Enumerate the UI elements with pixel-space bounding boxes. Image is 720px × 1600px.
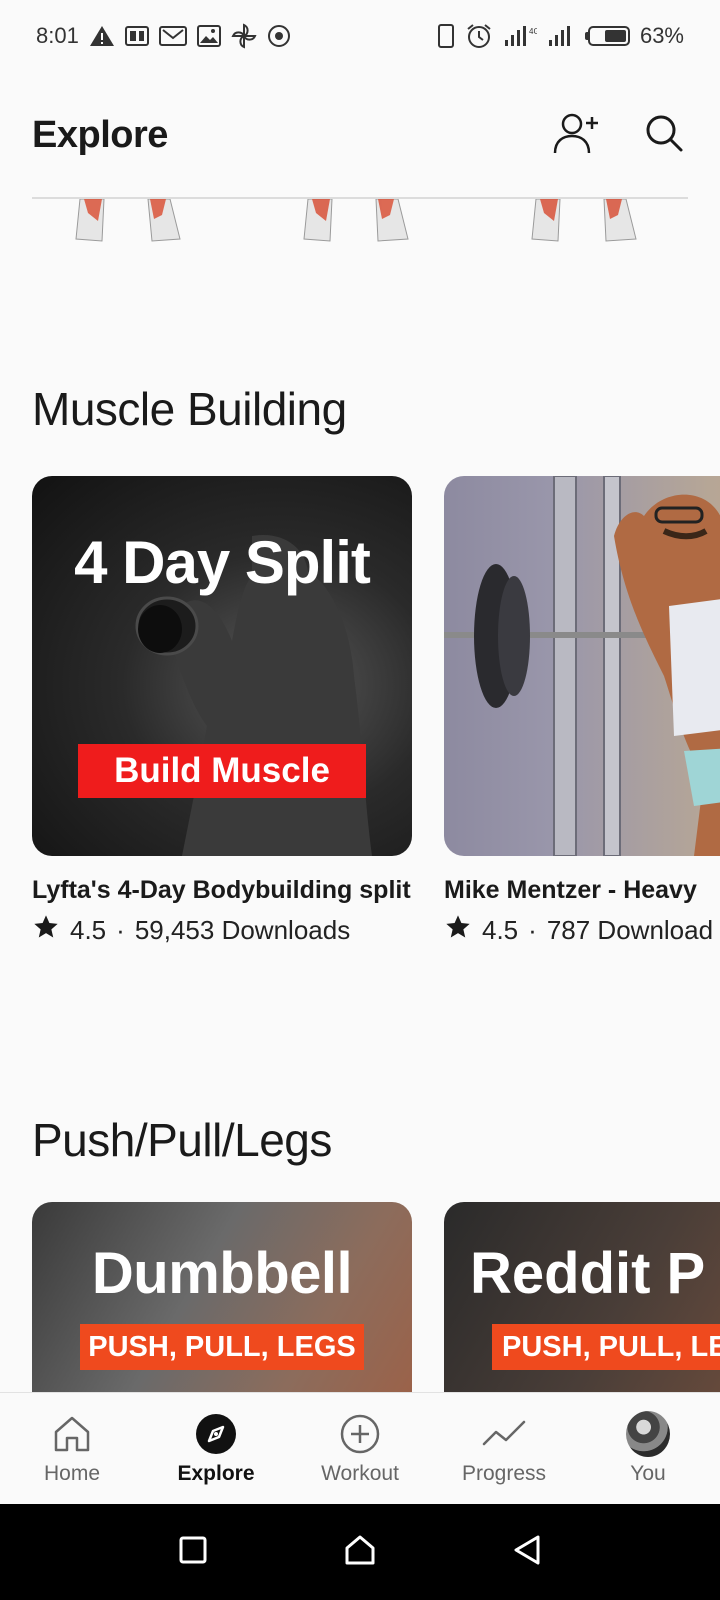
program-thumbnail[interactable] [444,476,720,856]
program-card[interactable]: Reddit P PUSH, PULL, LE [444,1202,720,1392]
nav-item-workout[interactable]: Workout [288,1393,432,1504]
program-name[interactable]: Lyfta's 4-Day Bodybuilding split [32,874,412,907]
warning-icon [89,24,115,48]
program-card[interactable]: 4 Day Split Build Muscle Lyfta's 4-Day B… [32,476,412,948]
home-icon [50,1412,94,1456]
app-notification-icon [124,24,149,48]
header-actions [552,111,688,160]
nav-label-you: You [630,1461,666,1485]
nav-label-progress: Progress [461,1461,547,1485]
nav-label-home: Home [43,1461,101,1485]
program-meta: 4.5 · 787 Download [444,913,720,948]
gym-photo [444,476,720,856]
program-meta: 4.5 · 59,453 Downloads [32,913,412,948]
nav-item-progress[interactable]: Progress [432,1393,576,1504]
signal-icon: 4G [503,24,537,48]
bottom-nav: Home Explore Workout Progress You [0,1392,720,1504]
back-icon[interactable] [512,1534,542,1571]
recents-icon[interactable] [178,1535,208,1570]
plus-circle-icon [338,1412,382,1456]
star-icon [32,913,60,948]
status-left: 8:01 [36,23,291,49]
nav-label-explore: Explore [177,1461,255,1485]
avatar [626,1410,670,1457]
nav-item-you[interactable]: You [576,1393,720,1504]
signal-icon-2 [547,24,575,48]
record-icon [267,24,291,48]
muscle-building-carousel[interactable]: 4 Day Split Build Muscle Lyfta's 4-Day B… [0,476,720,996]
svg-text:4G: 4G [529,27,537,36]
program-name[interactable]: Mike Mentzer - Heavy [444,874,720,907]
system-nav-bar [0,1504,720,1600]
status-bar: 8:01 4G 63% [0,0,720,72]
program-downloads: 787 Download [546,915,714,945]
program-rating: 4.5 [70,915,107,945]
compass-icon [194,1412,238,1456]
search-icon[interactable] [644,113,684,158]
alarm-icon [465,22,493,50]
star-icon [444,913,472,948]
image-icon [196,24,221,48]
thumbnail-banner: PUSH, PULL, LE [492,1324,720,1370]
section-title-muscle-building: Muscle Building [32,383,347,435]
push-pull-legs-carousel[interactable]: Dumbbell PUSH, PULL, LEGS Reddit P PUSH,… [0,1202,720,1392]
program-thumbnail[interactable]: Dumbbell PUSH, PULL, LEGS [32,1202,412,1392]
nav-label-workout: Workout [321,1461,399,1485]
mail-icon [158,24,187,48]
status-right: 4G 63% [437,22,684,50]
home-button-icon[interactable] [344,1534,376,1571]
vibrate-icon [437,23,455,49]
nav-item-explore[interactable]: Explore [144,1393,288,1504]
app-header: Explore [0,72,720,198]
thumbnail-headline: 4 Day Split [74,529,371,596]
program-rating: 4.5 [482,915,519,945]
page-title: Explore [32,113,168,156]
leg-illustrations [75,199,637,242]
program-thumbnail[interactable]: Reddit P PUSH, PULL, LE [444,1202,720,1392]
battery-percent: 63% [639,23,684,48]
exercise-illustration-strip [32,199,688,244]
thumbnail-headline: Reddit P [470,1241,706,1306]
program-downloads: 59,453 Downloads [134,915,351,945]
meta-separator: · [528,915,537,945]
thumbnail-banner: Build Muscle [78,744,366,798]
thumbnail-banner: PUSH, PULL, LEGS [80,1324,364,1370]
meta-separator: · [116,915,125,945]
program-card[interactable]: Dumbbell PUSH, PULL, LEGS [32,1202,412,1392]
program-card[interactable]: Mike Mentzer - Heavy 4.5 · 787 Download [444,476,720,948]
program-thumbnail[interactable]: 4 Day Split Build Muscle [32,476,412,856]
battery-icon [584,26,630,46]
person-add-icon[interactable] [552,111,600,160]
trend-icon [482,1412,526,1456]
thumbnail-headline: Dumbbell [91,1241,353,1306]
nav-item-home[interactable]: Home [0,1393,144,1504]
pinwheel-icon [231,23,257,49]
section-title-push-pull-legs: Push/Pull/Legs [32,1114,332,1166]
status-time: 8:01 [36,23,79,48]
